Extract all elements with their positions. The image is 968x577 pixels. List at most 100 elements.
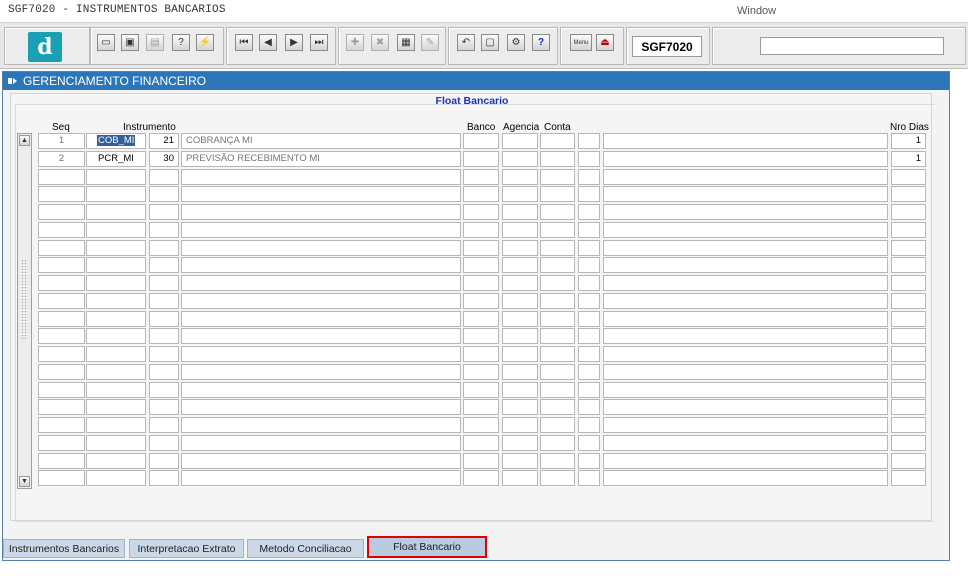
help-icon[interactable]: ? xyxy=(532,34,550,51)
cell-desc[interactable]: COBRANÇA MI xyxy=(181,133,461,149)
cell-agencia[interactable] xyxy=(502,382,538,398)
cell-desc[interactable] xyxy=(181,470,461,486)
cell-agencia[interactable] xyxy=(502,364,538,380)
cell-extra[interactable] xyxy=(603,151,888,167)
cell-seq[interactable] xyxy=(38,382,85,398)
undo-icon[interactable]: ↶ xyxy=(457,34,475,51)
vertical-scrollbar[interactable]: ▲ ▼ xyxy=(17,133,32,489)
cell-banco[interactable] xyxy=(463,133,499,149)
cell-extra[interactable] xyxy=(603,311,888,327)
cell-code[interactable] xyxy=(86,186,146,202)
screen-icon[interactable]: ▣ xyxy=(121,34,139,51)
cell-code[interactable] xyxy=(86,275,146,291)
cell-dias[interactable] xyxy=(891,382,926,398)
cell-desc[interactable] xyxy=(181,222,461,238)
scroll-down-icon[interactable]: ▼ xyxy=(19,476,30,487)
cell-dig[interactable] xyxy=(578,293,600,309)
cell-agencia[interactable] xyxy=(502,293,538,309)
tab-interpretacao-extrato[interactable]: Interpretacao Extrato xyxy=(129,539,244,558)
cell-code[interactable] xyxy=(86,453,146,469)
cell-banco[interactable] xyxy=(463,417,499,433)
cell-dias[interactable] xyxy=(891,417,926,433)
cell-dias[interactable] xyxy=(891,470,926,486)
cell-num[interactable] xyxy=(149,435,179,451)
previous-record-icon[interactable]: ◀ xyxy=(259,34,277,51)
cell-agencia[interactable] xyxy=(502,399,538,415)
cell-code[interactable] xyxy=(86,169,146,185)
cell-extra[interactable] xyxy=(603,399,888,415)
cell-dig[interactable] xyxy=(578,186,600,202)
cell-extra[interactable] xyxy=(603,275,888,291)
cell-extra[interactable] xyxy=(603,204,888,220)
cell-num[interactable]: 30 xyxy=(149,151,179,167)
cell-conta[interactable] xyxy=(540,151,575,167)
cell-banco[interactable] xyxy=(463,186,499,202)
cell-desc[interactable] xyxy=(181,435,461,451)
cell-conta[interactable] xyxy=(540,222,575,238)
cell-num[interactable] xyxy=(149,204,179,220)
cell-extra[interactable] xyxy=(603,364,888,380)
cell-conta[interactable] xyxy=(540,364,575,380)
cell-extra[interactable] xyxy=(603,435,888,451)
cell-desc[interactable] xyxy=(181,328,461,344)
cell-desc[interactable] xyxy=(181,257,461,273)
search-input[interactable] xyxy=(760,37,944,55)
cell-num[interactable] xyxy=(149,399,179,415)
cell-conta[interactable] xyxy=(540,470,575,486)
cell-code[interactable] xyxy=(86,435,146,451)
cell-seq[interactable] xyxy=(38,328,85,344)
cell-dias[interactable] xyxy=(891,399,926,415)
cell-seq[interactable] xyxy=(38,311,85,327)
cell-banco[interactable] xyxy=(463,346,499,362)
exit-icon[interactable]: ⏏ xyxy=(596,34,614,51)
cell-extra[interactable] xyxy=(603,257,888,273)
menu-icon[interactable]: Menu xyxy=(570,34,592,51)
cell-desc[interactable] xyxy=(181,186,461,202)
clear-record-icon[interactable]: ▦ xyxy=(397,34,415,51)
cell-dig[interactable] xyxy=(578,204,600,220)
insert-record-icon[interactable]: ✚ xyxy=(346,34,364,51)
cell-agencia[interactable] xyxy=(502,346,538,362)
cell-code[interactable] xyxy=(86,293,146,309)
cell-agencia[interactable] xyxy=(502,453,538,469)
cell-dig[interactable] xyxy=(578,311,600,327)
cell-agencia[interactable] xyxy=(502,311,538,327)
cell-conta[interactable] xyxy=(540,311,575,327)
print-icon[interactable]: ▤ xyxy=(146,34,164,51)
cell-seq[interactable] xyxy=(38,470,85,486)
cell-agencia[interactable] xyxy=(502,470,538,486)
cell-banco[interactable] xyxy=(463,364,499,380)
cell-dig[interactable] xyxy=(578,382,600,398)
cell-seq[interactable] xyxy=(38,453,85,469)
cell-code[interactable] xyxy=(86,346,146,362)
cell-desc[interactable] xyxy=(181,453,461,469)
cell-seq[interactable] xyxy=(38,346,85,362)
cell-banco[interactable] xyxy=(463,151,499,167)
cell-num[interactable] xyxy=(149,453,179,469)
cell-seq[interactable]: 1 xyxy=(38,133,85,149)
cell-conta[interactable] xyxy=(540,275,575,291)
cell-code[interactable] xyxy=(86,240,146,256)
cell-desc[interactable] xyxy=(181,204,461,220)
cell-num[interactable] xyxy=(149,382,179,398)
cell-dig[interactable] xyxy=(578,240,600,256)
cell-extra[interactable] xyxy=(603,382,888,398)
next-record-icon[interactable]: ▶ xyxy=(285,34,303,51)
cell-agencia[interactable] xyxy=(502,417,538,433)
cell-dig[interactable] xyxy=(578,453,600,469)
cell-agencia[interactable] xyxy=(502,275,538,291)
cell-extra[interactable] xyxy=(603,346,888,362)
scroll-grip[interactable] xyxy=(21,259,28,339)
cell-seq[interactable] xyxy=(38,240,85,256)
cell-seq[interactable] xyxy=(38,435,85,451)
cell-desc[interactable] xyxy=(181,293,461,309)
cell-desc[interactable] xyxy=(181,417,461,433)
cell-banco[interactable] xyxy=(463,293,499,309)
cell-extra[interactable] xyxy=(603,293,888,309)
cell-conta[interactable] xyxy=(540,346,575,362)
cell-banco[interactable] xyxy=(463,382,499,398)
cell-banco[interactable] xyxy=(463,399,499,415)
cell-dig[interactable] xyxy=(578,222,600,238)
cell-num[interactable] xyxy=(149,275,179,291)
cell-dias[interactable]: 1 xyxy=(891,133,926,149)
